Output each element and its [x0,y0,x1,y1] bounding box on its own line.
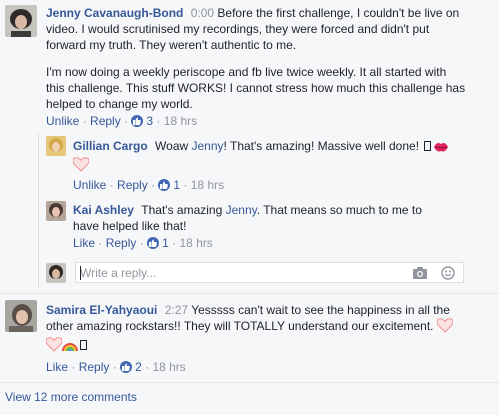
comment-actions: Unlike · Reply · 3 · 18 hrs [46,114,198,128]
unlike-link[interactable]: Unlike [73,178,106,192]
comment-timestamp[interactable]: 18 hrs [164,114,197,128]
like-count[interactable]: 2 [135,360,142,374]
comment-author[interactable]: Samira El-Yahyaoui [46,303,157,317]
avatar[interactable] [46,136,66,156]
like-link[interactable]: Like [46,360,68,374]
reply-body: Kai Ashley That's amazing Jenny. That me… [73,202,443,234]
like-icon [158,179,171,191]
comment-body: Jenny Cavanaugh-Bond 0:00 Before the fir… [46,5,466,53]
emoji-glyph [424,141,432,151]
like-count[interactable]: 1 [173,178,180,192]
lips-emoji-icon [433,141,449,157]
reply-timestamp[interactable]: 18 hrs [191,178,224,192]
divider [0,382,499,383]
like-icon [120,361,133,373]
camera-icon[interactable] [412,266,428,283]
video-timestamp[interactable]: 2:27 [165,303,188,317]
avatar[interactable] [46,201,66,221]
comment-text-paragraph: I'm now doing a weekly periscope and fb … [46,64,466,112]
comment-actions: Like · Reply · 2 · 18 hrs [46,360,186,374]
mention-link[interactable]: Jenny [226,203,257,217]
avatar[interactable] [5,5,37,37]
reply-link[interactable]: Reply [117,178,148,192]
divider [0,293,499,294]
like-link[interactable]: Like [73,236,95,250]
text-cursor [80,266,81,280]
current-user-avatar [46,263,66,283]
comment-timestamp[interactable]: 18 hrs [152,360,185,374]
reply-text: ! That's amazing! Massive well done! [223,139,420,153]
heart-emoji-icon [436,318,454,337]
avatar[interactable] [5,300,37,332]
view-more-comments-link[interactable]: View 12 more comments [5,389,137,405]
emoji-glyph [80,340,87,350]
video-timestamp[interactable]: 0:00 [191,6,214,20]
reply-author[interactable]: Kai Ashley [73,203,134,217]
unlike-link[interactable]: Unlike [46,114,79,128]
reply-link[interactable]: Reply [90,114,121,128]
reply-link[interactable]: Reply [106,236,137,250]
reply-text: Woaw [155,139,189,153]
reply-author[interactable]: Gillian Cargo [73,139,148,153]
rainbow-emoji-icon [62,337,78,356]
heart-emoji-icon [45,337,63,356]
like-count[interactable]: 3 [146,114,153,128]
like-count[interactable]: 1 [162,236,169,250]
comment-text: I'm now doing a weekly periscope and fb … [46,65,466,111]
like-icon [147,237,160,249]
like-icon [131,115,144,127]
mention-link[interactable]: Jenny [192,139,224,153]
reply-actions: Like · Reply · 1 · 18 hrs [73,236,213,250]
comment-author[interactable]: Jenny Cavanaugh-Bond [46,6,183,20]
reply-actions: Unlike · Reply · 1 · 18 hrs [73,178,225,192]
reply-input[interactable] [80,265,400,280]
smiley-icon[interactable] [441,266,455,283]
comment-body: Samira El-Yahyaoui 2:27 Yesssss can't wa… [45,302,466,356]
reply-body: Gillian Cargo Woaw Jenny! That's amazing… [72,138,473,176]
reply-text: That's amazing [141,203,223,217]
reply-composer [75,262,464,283]
reply-link[interactable]: Reply [79,360,110,374]
heart-emoji-icon [72,157,90,176]
reply-thread-line [38,133,39,288]
reply-timestamp[interactable]: 18 hrs [179,236,212,250]
